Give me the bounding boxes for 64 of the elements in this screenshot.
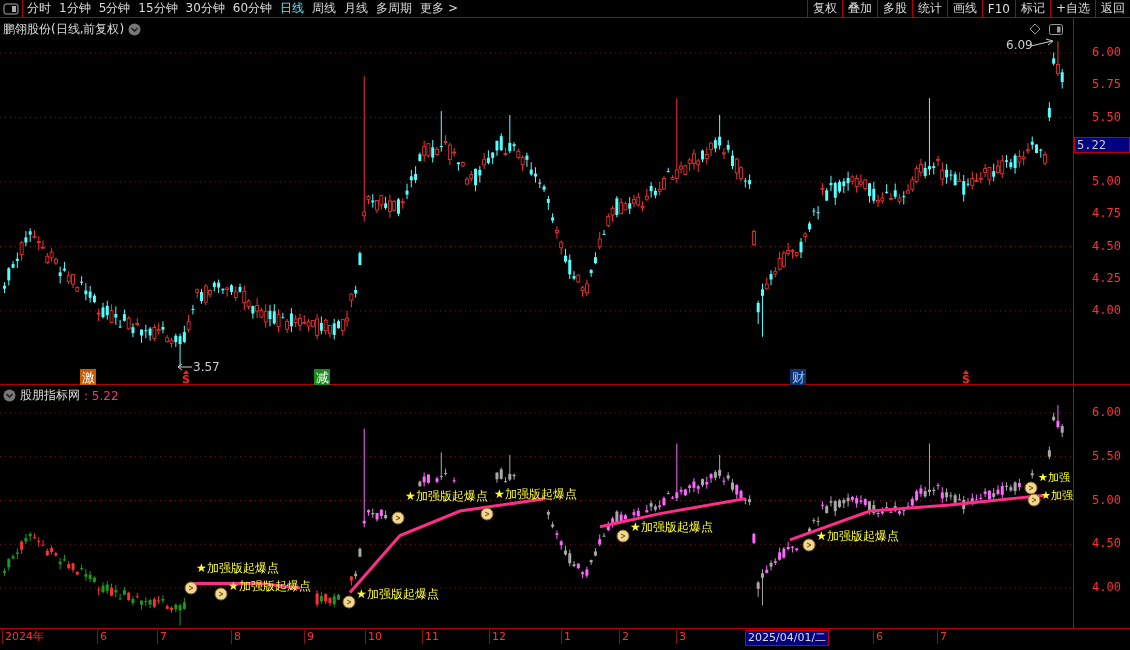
toolbar-button[interactable]: 多股	[876, 0, 912, 17]
toolbar-button[interactable]: 画线	[946, 0, 982, 17]
period-tab[interactable]: 60分钟	[228, 0, 277, 17]
date-label: 6	[97, 630, 109, 644]
price-tick: 4.50	[1092, 238, 1121, 253]
price-tick: 6.00	[1092, 405, 1121, 419]
price-tick: 4.00	[1092, 580, 1121, 594]
price-tick: 4.75	[1092, 206, 1121, 221]
price-tick: 5.00	[1092, 492, 1121, 507]
date-label: 10	[365, 630, 384, 644]
signal-label: ★加强版起爆点	[816, 529, 899, 543]
signal-badge: 财	[790, 369, 806, 385]
date-label: 9	[304, 630, 316, 644]
date-label: 3	[676, 630, 688, 644]
date-label: 1	[561, 630, 573, 644]
price-tick: 5.50	[1092, 109, 1121, 124]
price-tick: 4.50	[1092, 536, 1121, 551]
period-tab[interactable]: 1分钟	[55, 0, 95, 17]
toolbar-button[interactable]: 复权	[806, 0, 842, 17]
indicator-name: 股朋指标网	[20, 387, 80, 404]
date-label: 2	[619, 630, 631, 644]
sell-signal: S	[962, 370, 970, 385]
chart-title: 鹏翎股份(日线,前复权)	[3, 21, 125, 38]
price-tick: 5.75	[1092, 77, 1121, 92]
price-tick: 4.00	[1092, 303, 1121, 317]
signal-label: ★加强版起爆点	[405, 489, 488, 503]
toolbar-button[interactable]: 统计	[911, 0, 947, 17]
signal-label: ★加强	[1038, 471, 1070, 484]
period-tab[interactable]: 月线	[340, 0, 373, 17]
period-tab[interactable]: 分时	[23, 0, 55, 17]
signal-label: ★加强版起爆点	[630, 520, 713, 534]
toolbar-button[interactable]: +自选	[1049, 0, 1095, 17]
price-tick: 5.50	[1092, 448, 1121, 463]
period-tab[interactable]: 30分钟	[181, 0, 229, 17]
signal-label: ★加强版起爆点	[494, 487, 577, 501]
indicator-value: : 5.22	[84, 388, 119, 403]
toolbar-button[interactable]: 标记	[1014, 0, 1050, 17]
price-tick: 6.00	[1092, 45, 1121, 59]
period-tab[interactable]: 15分钟	[134, 0, 182, 17]
date-label: 7	[157, 630, 169, 644]
current-price-tag: 5.22	[1074, 137, 1130, 153]
period-tab[interactable]: 更多 >	[416, 0, 462, 17]
date-label: 6	[873, 630, 885, 644]
toolbar-button[interactable]: 叠加	[841, 0, 877, 17]
toolbar-button[interactable]: F10	[981, 0, 1015, 17]
signal-label: ★加强版起爆点	[196, 561, 279, 575]
period-tab[interactable]: 5分钟	[94, 0, 135, 17]
signal-label: ★加强版起爆点	[356, 587, 439, 601]
price-tick: 4.25	[1092, 270, 1121, 285]
signal-label: ★加强	[1041, 489, 1073, 502]
toolbar-button[interactable]: 返回	[1095, 0, 1130, 17]
period-tab[interactable]: 周线	[308, 0, 341, 17]
date-label: 7	[937, 630, 949, 644]
date-label: 2025/04/01/二	[745, 630, 830, 646]
signal-badge: 减	[314, 369, 330, 385]
date-label: 2024年	[2, 630, 46, 644]
date-label: 8	[231, 630, 243, 644]
signal-badge: 激	[80, 369, 96, 385]
period-tab[interactable]: 日线	[276, 0, 309, 17]
price-tick: 5.00	[1092, 174, 1121, 188]
date-label: 11	[422, 630, 441, 644]
date-label: 12	[489, 630, 508, 644]
period-tab[interactable]: 多周期	[372, 0, 417, 17]
high-price-label: 6.09	[1006, 38, 1054, 52]
